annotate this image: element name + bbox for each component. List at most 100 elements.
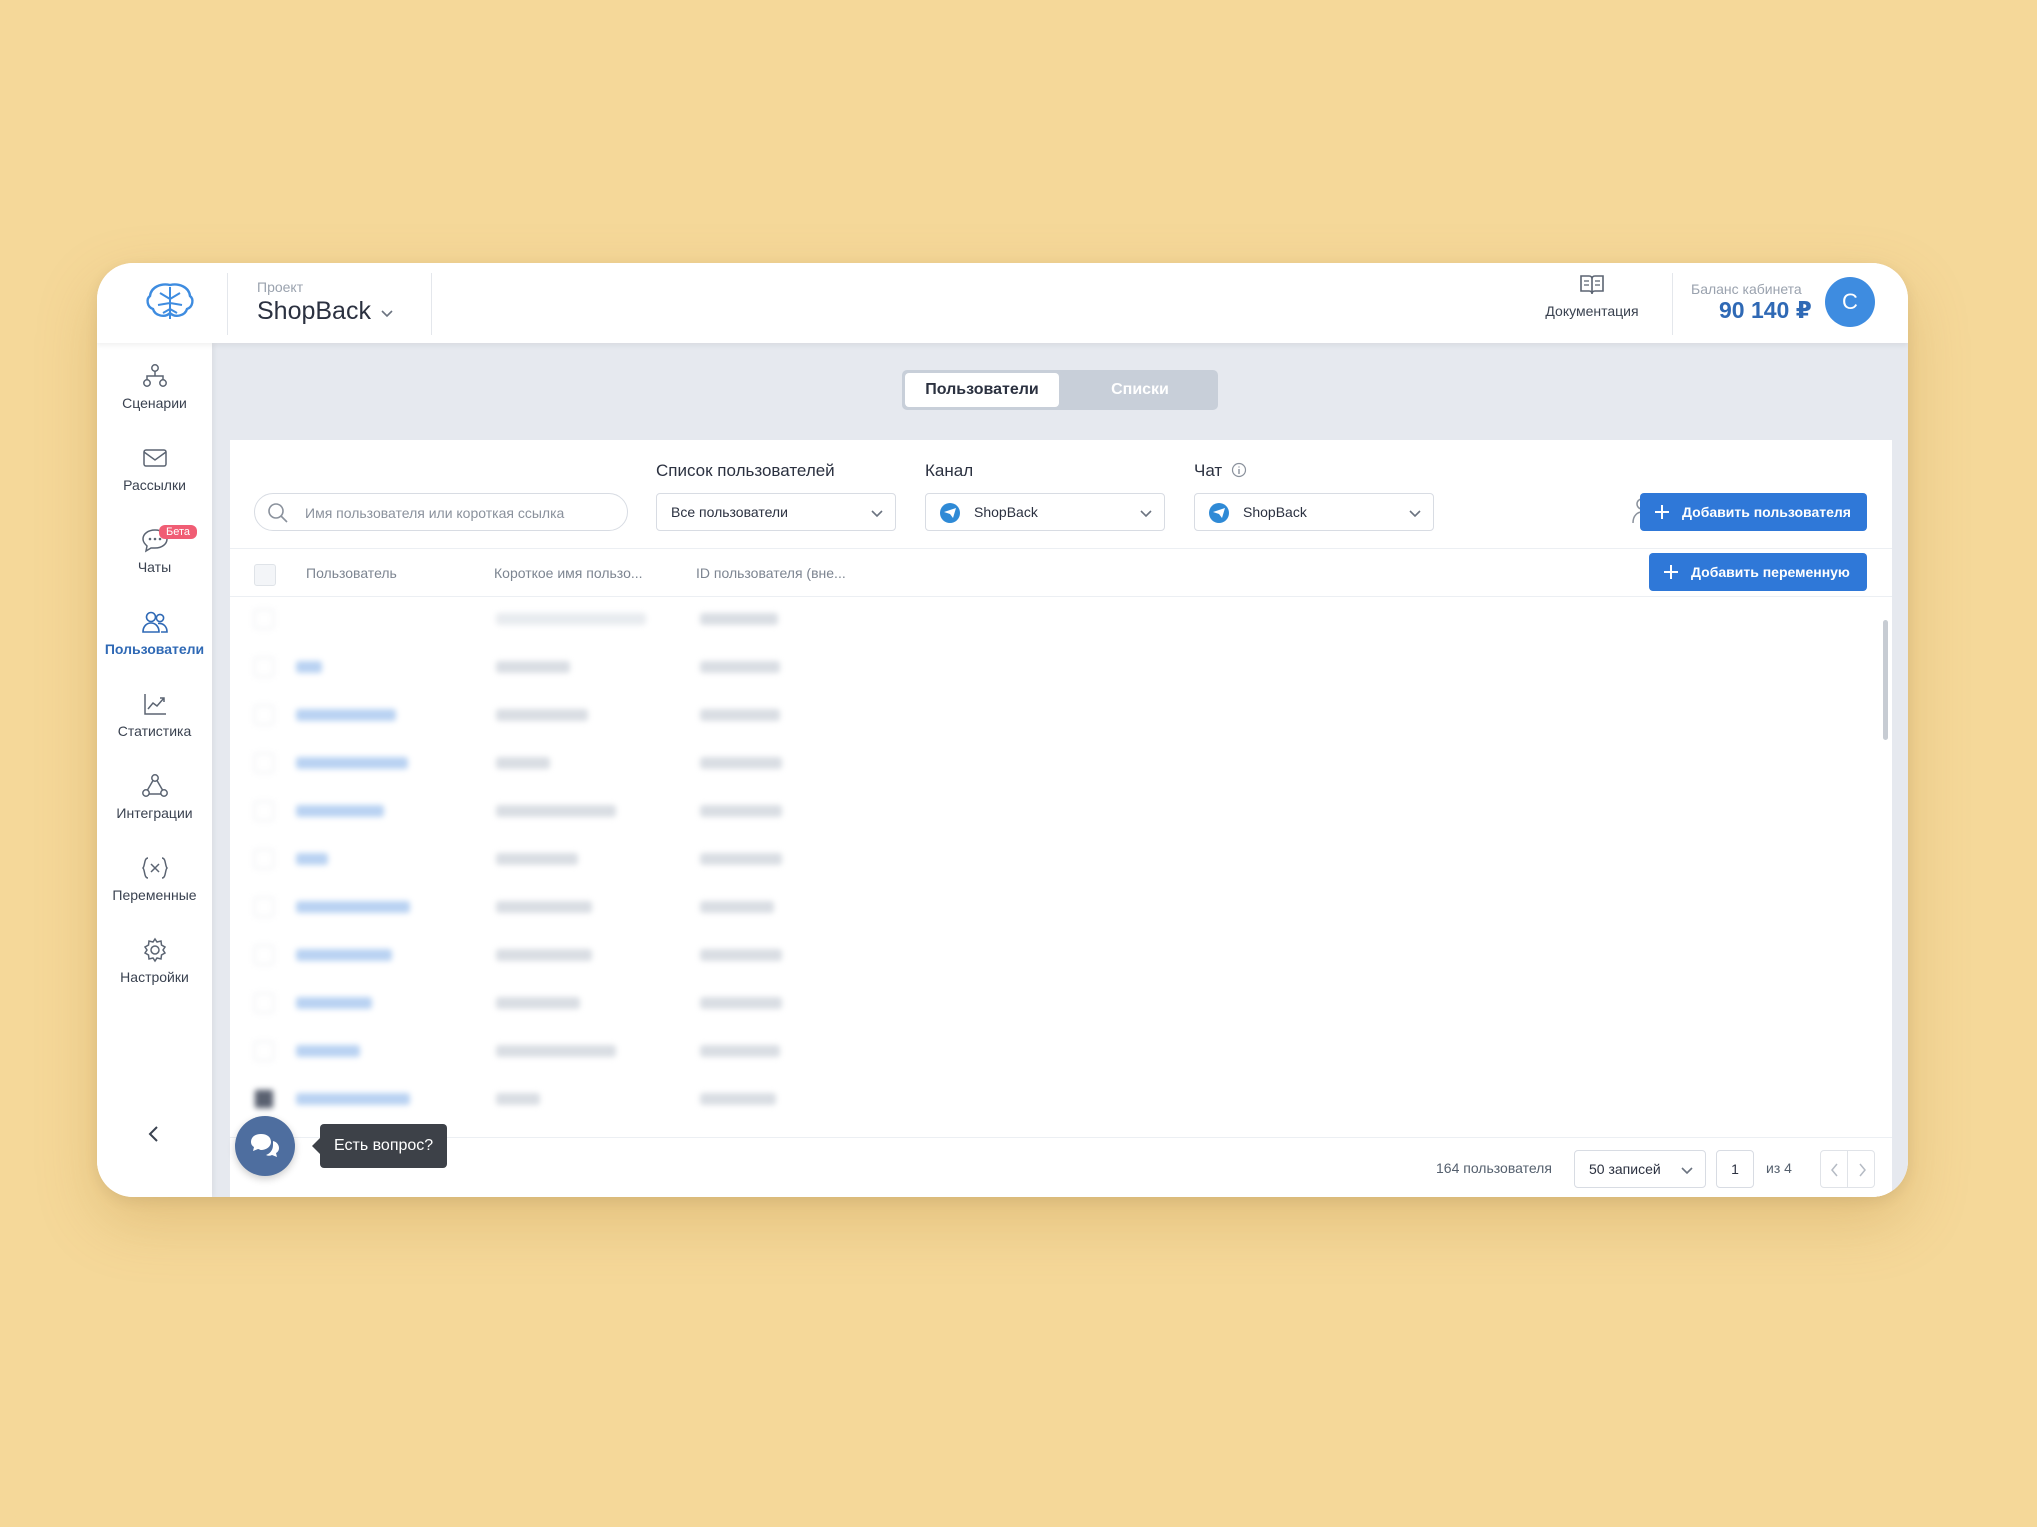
short-name-cell (496, 1093, 540, 1105)
column-header-user-id[interactable]: ID пользователя (вне... (696, 565, 846, 581)
row-checkbox[interactable] (254, 801, 274, 821)
project-selector[interactable]: ShopBack (257, 297, 371, 326)
table-row[interactable] (230, 835, 1892, 883)
sidebar-item-label: Чаты (137, 559, 172, 575)
table-row[interactable] (230, 979, 1892, 1027)
table-row[interactable] (230, 787, 1892, 835)
user-name-cell[interactable] (296, 1093, 410, 1105)
view-switcher: Пользователи Списки (902, 370, 1218, 410)
row-checkbox[interactable] (254, 705, 274, 725)
telegram-icon (940, 503, 960, 523)
chat-value: ShopBack (1243, 504, 1307, 520)
user-id-cell (700, 613, 778, 625)
row-checkbox[interactable] (254, 897, 274, 917)
book-icon (1580, 275, 1604, 295)
table-row[interactable] (230, 1027, 1892, 1075)
table-body (230, 595, 1892, 1137)
row-checkbox[interactable] (254, 849, 274, 869)
divider (431, 273, 432, 335)
balance-value[interactable]: 90 140 ₽ (1719, 297, 1812, 324)
short-name-cell (496, 1045, 616, 1057)
sidebar-item-label: Статистика (117, 723, 192, 739)
plus-icon (1655, 505, 1669, 519)
row-checkbox[interactable] (254, 1089, 274, 1109)
sidebar-item-label: Пользователи (104, 641, 205, 657)
divider (227, 273, 228, 335)
channel-select[interactable]: ShopBack (925, 493, 1165, 531)
collapse-sidebar-icon[interactable] (143, 1123, 165, 1145)
page-total: из 4 (1766, 1160, 1792, 1176)
row-checkbox[interactable] (254, 993, 274, 1013)
sidebar-item-variables[interactable]: Переменные (97, 845, 212, 919)
user-id-cell (700, 1093, 776, 1105)
avatar[interactable]: С (1825, 277, 1875, 327)
page-number-input[interactable]: 1 (1716, 1150, 1754, 1188)
tab-users[interactable]: Пользователи (905, 373, 1059, 407)
tab-lists[interactable]: Списки (1062, 373, 1218, 407)
brain-logo-icon[interactable] (143, 279, 197, 323)
sidebar-item-chats[interactable]: Бета Чаты (97, 517, 212, 591)
row-checkbox[interactable] (254, 1041, 274, 1061)
table-header: Пользователь Короткое имя пользо... ID п… (230, 548, 1892, 597)
sidebar-item-mailings[interactable]: Рассылки (97, 435, 212, 509)
short-name-cell (496, 613, 646, 625)
table-row[interactable] (230, 931, 1892, 979)
user-name-cell[interactable] (296, 853, 328, 865)
chevron-down-icon (1140, 510, 1152, 518)
search-input[interactable] (303, 500, 617, 526)
next-page-button[interactable] (1847, 1150, 1875, 1188)
users-panel: Список пользователей Все пользователи Ка… (230, 440, 1892, 1197)
info-icon[interactable] (1231, 462, 1247, 478)
table-row[interactable] (230, 691, 1892, 739)
user-name-cell[interactable] (296, 1045, 360, 1057)
add-user-button[interactable]: Добавить пользователя (1640, 493, 1867, 531)
users-list-label: Список пользователей (656, 461, 835, 480)
table-row[interactable] (230, 739, 1892, 787)
users-list-select[interactable]: Все пользователи (656, 493, 896, 531)
sidebar-item-scenarios[interactable]: Сценарии (97, 353, 212, 427)
column-header-short-name[interactable]: Короткое имя пользо... (494, 565, 643, 581)
table-row[interactable] (230, 643, 1892, 691)
chevron-down-icon[interactable] (379, 305, 395, 321)
row-checkbox[interactable] (254, 945, 274, 965)
sidebar-item-users[interactable]: Пользователи (97, 599, 212, 673)
user-name-cell[interactable] (296, 757, 408, 769)
sidebar-item-statistics[interactable]: Статистика (97, 681, 212, 755)
users-count: 164 пользователя (1436, 1160, 1552, 1176)
sidebar-item-integrations[interactable]: Интеграции (97, 763, 212, 837)
help-tooltip[interactable]: Есть вопрос? (311, 1124, 448, 1168)
table-row[interactable] (230, 1075, 1892, 1123)
chevron-right-icon (1859, 1163, 1866, 1177)
select-all-checkbox[interactable] (254, 564, 276, 586)
user-name-cell[interactable] (296, 997, 372, 1009)
integrations-icon (141, 774, 168, 797)
user-name-cell[interactable] (296, 805, 384, 817)
user-name-cell[interactable] (296, 949, 392, 961)
row-checkbox[interactable] (254, 609, 274, 629)
row-checkbox[interactable] (254, 657, 274, 677)
gear-icon (143, 937, 166, 963)
sidebar-item-label: Настройки (120, 969, 189, 985)
table-row[interactable] (230, 883, 1892, 931)
user-name-cell[interactable] (296, 901, 410, 913)
per-page-select[interactable]: 50 записей (1574, 1150, 1706, 1188)
help-chat-button[interactable] (235, 1116, 295, 1176)
add-variable-button[interactable]: Добавить переменную (1649, 553, 1867, 591)
short-name-cell (496, 805, 616, 817)
chevron-down-icon (1409, 510, 1421, 518)
chevron-left-icon (1831, 1163, 1838, 1177)
project-caption: Проект (257, 279, 304, 295)
sidebar-item-label: Сценарии (122, 395, 187, 411)
telegram-icon (1209, 503, 1229, 523)
prev-page-button[interactable] (1820, 1150, 1848, 1188)
table-scrollbar[interactable] (1883, 620, 1888, 740)
table-row[interactable] (230, 595, 1892, 643)
search-box[interactable] (254, 493, 628, 531)
sidebar-item-settings[interactable]: Настройки (97, 927, 212, 1001)
column-header-user[interactable]: Пользователь (306, 565, 397, 581)
user-name-cell[interactable] (296, 709, 396, 721)
row-checkbox[interactable] (254, 753, 274, 773)
user-name-cell[interactable] (296, 661, 322, 673)
documentation-link[interactable]: Документация (1537, 273, 1647, 335)
chat-select[interactable]: ShopBack (1194, 493, 1434, 531)
